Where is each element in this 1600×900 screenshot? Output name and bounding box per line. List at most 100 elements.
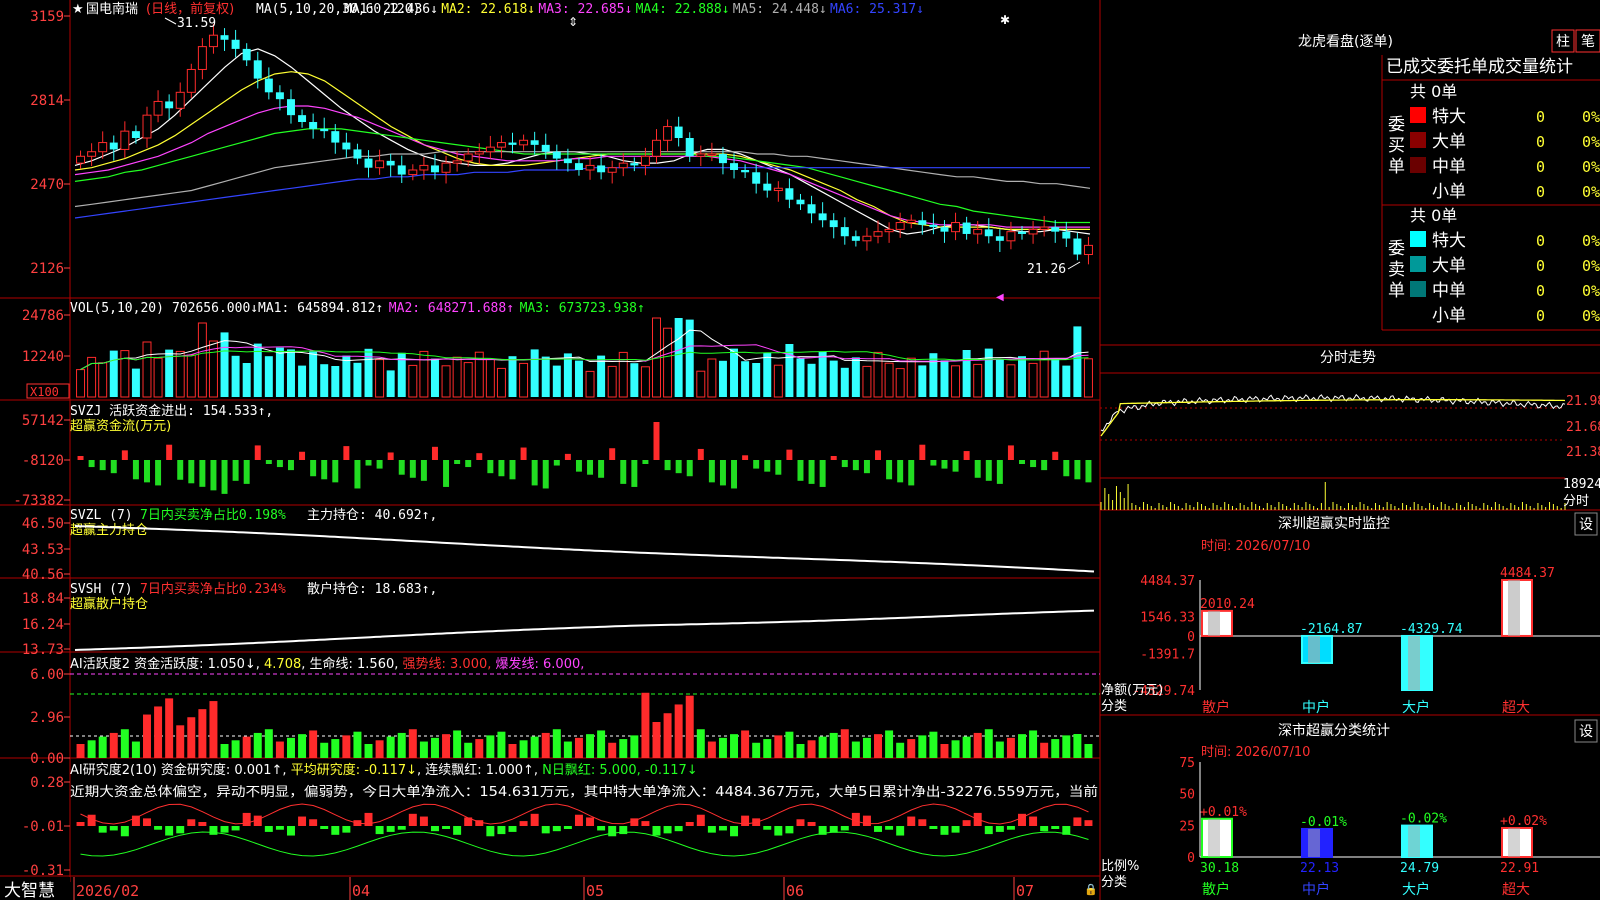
svzj-bar	[144, 460, 150, 483]
kline-panel[interactable]: ★ 国电南瑞 (日线，前复权) MA(5,10,20,30,60,120) MA…	[30, 1, 1093, 303]
svzl-ratio: 7日内买卖净占比0.198%	[140, 507, 286, 523]
price-tick: 3159	[30, 9, 64, 25]
aihy-bar	[774, 735, 783, 758]
vol-bar-down	[275, 347, 284, 397]
candle-up	[640, 155, 650, 166]
candle-up	[884, 228, 894, 233]
classify-change-label: +0.01%	[1200, 805, 1247, 820]
vol-panel[interactable]: VOL(5,10,20) 702656.000↓ MA1: 645894.812…	[22, 301, 1093, 399]
vol-legend-item: MA3: 673723.938↑	[520, 301, 645, 316]
classify-category: 散户	[1202, 881, 1230, 898]
candle-down	[275, 92, 284, 100]
vol-bar-up	[153, 357, 163, 398]
aihy-bar	[331, 739, 340, 758]
svzj-bar	[886, 460, 893, 480]
vol-bar-up	[707, 358, 717, 398]
classify-panel[interactable]: 深市超赢分类统计 设 时间: 2026/07/10 75 50 25 0 +0.01% 3…	[1101, 719, 1600, 898]
candle-down	[807, 204, 816, 214]
dragon-tab-traded[interactable]: 已成交	[1386, 57, 1437, 77]
svzj-panel[interactable]: SVZJ 活跃资金进出: 154.533↑, 超赢资金流(万元) 57142 -8…	[13, 403, 1092, 509]
order-pct: 0%	[1582, 282, 1600, 300]
svzj-bar	[564, 453, 571, 460]
monitor-value-label: 4484.37	[1500, 566, 1555, 581]
vol-tick: 24786	[22, 308, 64, 324]
svzj-bar	[354, 460, 361, 489]
candle-down	[1062, 231, 1071, 239]
svzl-panel[interactable]: SVZL (7) 7日内买卖净占比0.198% 主力持仓: 40.692↑, 超…	[22, 507, 1095, 583]
dragon-panel[interactable]: 龙虎看盘(逐单) 柱 笔 已成交 委托单 成交量 统计 委买单 委卖单 共 0单…	[1298, 29, 1600, 326]
vol-bar-down	[353, 362, 362, 397]
monitor-bar-shade	[1408, 635, 1420, 690]
period-label: (日线，前复权)	[146, 1, 234, 17]
order-size-label: 中单	[1432, 157, 1466, 177]
ma-line-4	[74, 128, 1090, 224]
aihy-bar	[275, 741, 284, 758]
intraday-panel[interactable]: 分时走势 21.98 21.68 21.38 18924 分时	[1100, 350, 1600, 510]
svzj-bar	[243, 460, 250, 484]
candle-up	[197, 46, 207, 70]
aihy-bar	[1018, 734, 1026, 758]
vol-bar-down	[851, 357, 860, 397]
vol-tick: 12240	[22, 349, 64, 365]
order-pct: 0%	[1582, 257, 1600, 275]
dragon-tab-orders[interactable]: 委托单	[1437, 57, 1488, 77]
svzj-bar	[808, 460, 815, 484]
event-marker-1: ⇕	[568, 15, 578, 29]
svzl-header: SVZL (7)	[70, 508, 133, 523]
aiyj-bar	[918, 819, 927, 826]
vol-bar-down	[508, 356, 517, 397]
candle-down	[563, 158, 572, 164]
price-tick: 2126	[30, 261, 64, 277]
vol-bar-up	[485, 358, 495, 398]
aihy-bar	[464, 742, 473, 758]
aiyj-bar	[929, 826, 938, 829]
svzj-bar	[531, 460, 538, 486]
aihy-bar	[907, 739, 916, 758]
classify-bar-shade	[1508, 827, 1520, 857]
aihy-bar	[430, 737, 439, 758]
buy-total: 共 0单	[1410, 82, 1457, 101]
svzj-tick: -8120	[22, 453, 64, 469]
aihy-bar	[885, 730, 894, 758]
aiyj-bar	[220, 826, 229, 833]
ma-legend-item: MA1: 22.436↓	[344, 2, 438, 17]
aiyj-bar	[453, 826, 462, 835]
aihy-bar	[552, 729, 561, 758]
x-axis-label: 2026/02	[76, 882, 139, 900]
candle-down	[386, 160, 395, 166]
intraday-title: 分时走势	[1320, 350, 1376, 366]
ai-yj-panel[interactable]: AI研究度2(10) 资金研究度: 0.001↑, 平均研究度: -0.117↓…	[22, 762, 1098, 879]
ai-hy-panel[interactable]: AI活跃度2 资金活跃度: 1.050↓, 4.708, 生命线: 1.560,…	[30, 656, 1100, 767]
aiyj-bar	[619, 826, 628, 835]
candle-down	[730, 163, 739, 170]
dragon-tab-stats[interactable]: 统计	[1539, 57, 1573, 77]
svzj-bar	[642, 460, 649, 464]
vol-bar-up	[1006, 364, 1016, 398]
aiyj-bar	[320, 826, 329, 829]
monitor-panel[interactable]: 深圳超赢实时监控 设 时间: 2026/07/10 4484.37 1546.33…	[1101, 512, 1600, 716]
aiyj-bar	[1018, 813, 1026, 826]
svsh-panel[interactable]: SVSH (7) 7日内买卖净占比0.234% 散户持仓: 18.683↑, 超…	[22, 581, 1095, 658]
candle-down	[286, 99, 295, 116]
classify-value-label: 22.13	[1300, 861, 1339, 876]
price-tick: 2814	[30, 93, 64, 109]
dragon-tab-volume[interactable]: 成交量	[1488, 57, 1539, 77]
vol-bar-down	[109, 350, 118, 397]
vol-bar-down	[552, 365, 561, 397]
order-size-label: 中单	[1432, 281, 1466, 301]
aiyj-bar	[995, 826, 1004, 832]
svzj-bar	[742, 455, 749, 460]
aihy-bar	[652, 722, 661, 758]
lock-icon[interactable]: 🔒	[1084, 883, 1098, 896]
vol-bar-up	[1028, 362, 1038, 398]
order-pct: 0%	[1582, 232, 1600, 250]
svzj-bar	[1074, 460, 1081, 480]
aiyj-bar	[962, 820, 971, 826]
vol-legend-item: MA1: 645894.812↑	[258, 301, 383, 316]
order-count: 0	[1536, 232, 1545, 250]
aiyj-line-red	[80, 803, 1089, 825]
vol-bar-up	[906, 357, 916, 398]
svzj-bar	[731, 460, 738, 489]
aiyj-bar	[209, 826, 218, 835]
candle-down	[331, 131, 340, 143]
